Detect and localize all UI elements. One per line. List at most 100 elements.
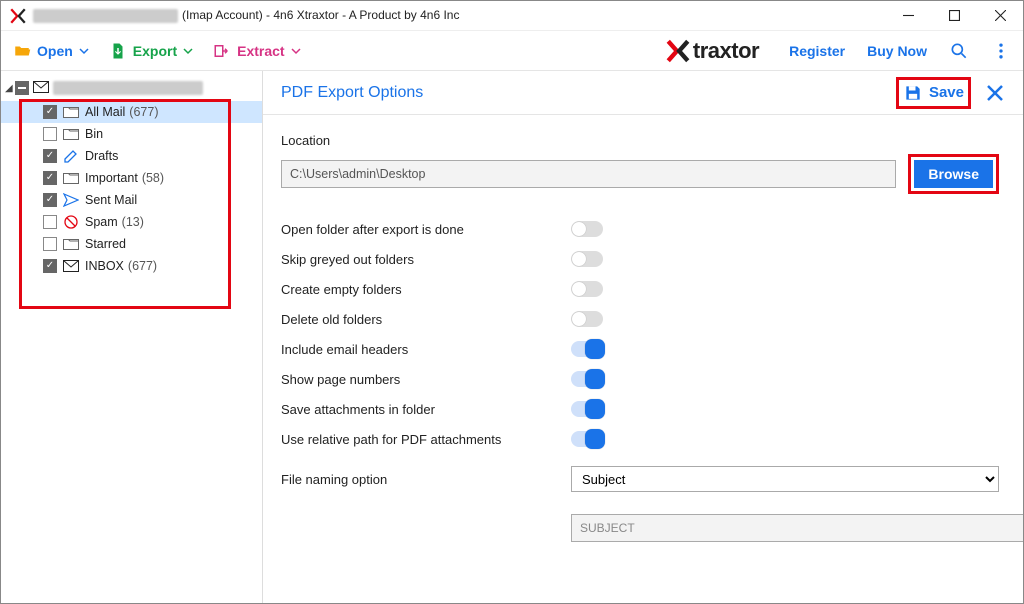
option-row: Skip greyed out folders xyxy=(281,244,999,274)
tree-item-starred[interactable]: Starred xyxy=(1,233,262,255)
folder-name: Sent Mail xyxy=(85,193,137,207)
option-row: Delete old folders xyxy=(281,304,999,334)
maximize-button[interactable] xyxy=(931,1,977,31)
naming-preview-input[interactable] xyxy=(571,514,1023,542)
option-toggle[interactable] xyxy=(571,281,603,297)
option-label: Delete old folders xyxy=(281,312,571,327)
folder-name: Important xyxy=(85,171,138,185)
naming-select[interactable]: Subject xyxy=(571,466,999,492)
window-title: (Imap Account) - 4n6 Xtraxtor - A Produc… xyxy=(33,8,885,23)
more-menu-icon[interactable] xyxy=(991,41,1011,61)
search-icon[interactable] xyxy=(949,41,969,61)
folder-name: INBOX xyxy=(85,259,124,273)
option-label: Open folder after export is done xyxy=(281,222,571,237)
open-label: Open xyxy=(37,43,73,59)
app-logo-icon xyxy=(9,7,27,25)
mail-icon xyxy=(33,81,49,96)
option-toggle[interactable] xyxy=(571,431,603,447)
folder-count: (677) xyxy=(128,259,157,273)
checkbox[interactable] xyxy=(43,237,57,251)
naming-row: File naming option Subject xyxy=(281,460,999,498)
checkbox[interactable] xyxy=(43,171,57,185)
caret-down-icon xyxy=(183,46,193,56)
brand-text: traxtor xyxy=(693,38,759,64)
option-label: Include email headers xyxy=(281,342,571,357)
save-button[interactable]: Save xyxy=(903,83,964,103)
panel-close-icon[interactable] xyxy=(985,83,1005,103)
option-toggle[interactable] xyxy=(571,221,603,237)
options-list: Open folder after export is done Skip gre… xyxy=(281,214,999,454)
close-button[interactable] xyxy=(977,1,1023,31)
tree-item-important[interactable]: Important (58) xyxy=(1,167,262,189)
checkbox[interactable] xyxy=(43,193,57,207)
folder-name: Drafts xyxy=(85,149,118,163)
tree-item-sent-mail[interactable]: Sent Mail xyxy=(1,189,262,211)
folder-name: All Mail xyxy=(85,105,125,119)
option-toggle[interactable] xyxy=(571,401,603,417)
panel-body: Location Browse Open folder after export… xyxy=(263,115,1023,603)
title-blur xyxy=(33,9,178,23)
buynow-link[interactable]: Buy Now xyxy=(867,43,927,59)
folder-name: Bin xyxy=(85,127,103,141)
folder-open-icon xyxy=(13,42,31,60)
main-toolbar: Open Export Extract traxtor Register Buy… xyxy=(1,31,1023,71)
checkbox[interactable] xyxy=(43,259,57,273)
root-checkbox[interactable] xyxy=(15,81,29,95)
tree-item-bin[interactable]: Bin xyxy=(1,123,262,145)
option-row: Create empty folders xyxy=(281,274,999,304)
folder-count: (677) xyxy=(129,105,158,119)
location-input[interactable] xyxy=(281,160,896,188)
checkbox[interactable] xyxy=(43,105,57,119)
app-window: (Imap Account) - 4n6 Xtraxtor - A Produc… xyxy=(0,0,1024,604)
register-link[interactable]: Register xyxy=(789,43,845,59)
sent-icon xyxy=(63,192,79,208)
checkbox[interactable] xyxy=(43,127,57,141)
tree-items: All Mail (677) Bin Drafts Important (58) Sen… xyxy=(1,101,262,277)
option-toggle[interactable] xyxy=(571,311,603,327)
option-label: Save attachments in folder xyxy=(281,402,571,417)
tree-root-item[interactable]: ◢ xyxy=(1,77,262,99)
right-links: Register Buy Now xyxy=(789,41,1011,61)
export-panel: PDF Export Options Save Location xyxy=(263,71,1023,603)
tree-item-spam[interactable]: Spam (13) xyxy=(1,211,262,233)
caret-down-icon xyxy=(79,46,89,56)
tree-item-inbox[interactable]: INBOX (677) xyxy=(1,255,262,277)
option-label: Use relative path for PDF attachments xyxy=(281,432,571,447)
panel-title: PDF Export Options xyxy=(281,84,423,102)
tree-item-all-mail[interactable]: All Mail (677) xyxy=(1,101,262,123)
folder-icon xyxy=(63,104,79,120)
main-body: ◢ All Mail (677) Bin Drafts Important (58) S… xyxy=(1,71,1023,603)
panel-actions: Save xyxy=(896,77,1005,109)
checkbox[interactable] xyxy=(43,149,57,163)
folder-count: (58) xyxy=(142,171,164,185)
export-menu[interactable]: Export xyxy=(109,42,193,60)
brand-logo: traxtor xyxy=(665,38,759,64)
folder-name: Spam xyxy=(85,215,118,229)
option-toggle[interactable] xyxy=(571,371,603,387)
collapse-arrow-icon[interactable]: ◢ xyxy=(5,83,13,94)
extract-icon xyxy=(213,42,231,60)
naming-label: File naming option xyxy=(281,472,571,487)
window-controls xyxy=(885,1,1023,31)
extract-menu[interactable]: Extract xyxy=(213,42,300,60)
folder-icon xyxy=(63,126,79,142)
checkbox[interactable] xyxy=(43,215,57,229)
save-label: Save xyxy=(929,84,964,101)
minimize-button[interactable] xyxy=(885,1,931,31)
option-label: Show page numbers xyxy=(281,372,571,387)
option-toggle[interactable] xyxy=(571,251,603,267)
option-toggle[interactable] xyxy=(571,341,603,357)
save-highlight: Save xyxy=(896,77,971,109)
folder-icon xyxy=(63,236,79,252)
option-row: Open folder after export is done xyxy=(281,214,999,244)
browse-button[interactable]: Browse xyxy=(914,160,993,188)
option-label: Create empty folders xyxy=(281,282,571,297)
folder-tree: ◢ All Mail (677) Bin Drafts Important (58) S… xyxy=(1,71,263,603)
export-file-icon xyxy=(109,42,127,60)
open-menu[interactable]: Open xyxy=(13,42,89,60)
brand-x-icon xyxy=(665,38,691,64)
option-row: Save attachments in folder xyxy=(281,394,999,424)
tree-item-drafts[interactable]: Drafts xyxy=(1,145,262,167)
browse-highlight: Browse xyxy=(908,154,999,194)
folder-name: Starred xyxy=(85,237,126,251)
